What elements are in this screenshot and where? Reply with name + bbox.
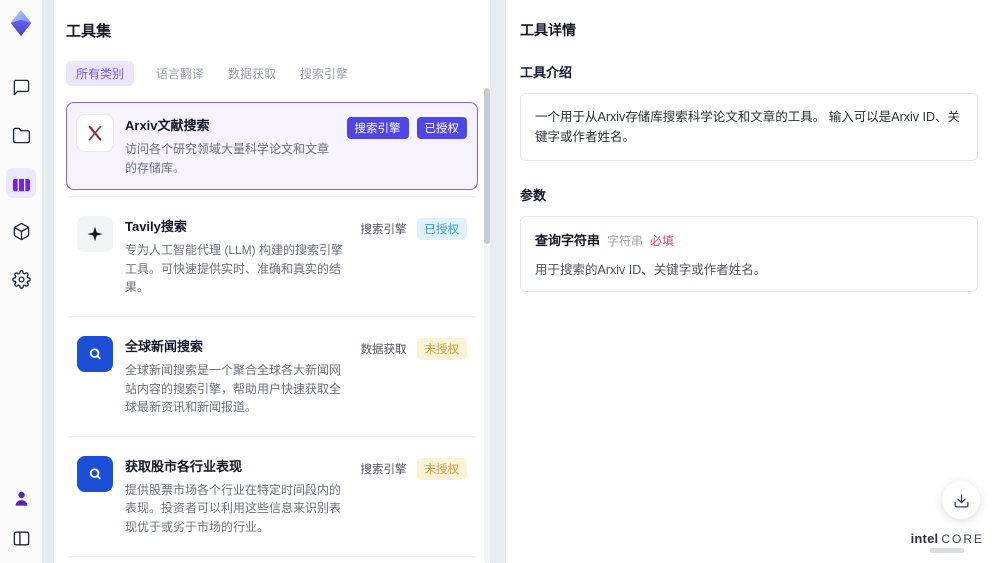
stock-search-logo-icon — [77, 455, 113, 492]
tool-card-tavily[interactable]: Tavily搜索 专为人工智能代理 (LLM) 构建的搜索引擎工具。可快速提供实… — [66, 203, 478, 310]
tab-data-fetch[interactable]: 数据获取 — [226, 61, 278, 86]
tool-description: 专为人工智能代理 (LLM) 构建的搜索引擎工具。可快速提供实时、准确和真实的结… — [125, 243, 344, 295]
list-divider — [68, 196, 476, 198]
category-badge: 搜索引擎 — [360, 224, 407, 237]
auth-status-badge: 未授权 — [416, 457, 467, 480]
tool-detail-panel: 工具详情 工具介绍 一个用于从Arxiv存储库搜索科学论文和文章的工具。 输入可… — [506, 0, 1000, 563]
nav-packages-button[interactable] — [6, 216, 36, 246]
tool-list: Arxiv文献搜索 访问各个研究领域大量科学论文和文章的存储库。 搜索引擎 已授… — [66, 102, 478, 563]
auth-status-badge: 未授权 — [416, 337, 467, 360]
cube-icon — [13, 222, 29, 240]
intel-series-text: CORE — [941, 532, 984, 546]
tool-description: 访问各个研究领域大量科学论文和文章的存储库。 — [125, 142, 330, 175]
download-button[interactable] — [942, 481, 980, 519]
app-logo-icon[interactable] — [6, 8, 36, 38]
nav-settings-button[interactable] — [6, 264, 36, 294]
intro-text: 一个用于从Arxiv存储库搜索科学论文和文章的工具。 输入可以是Arxiv ID… — [535, 110, 961, 144]
intel-core-logo: intel CORE — [911, 532, 984, 553]
nav-files-button[interactable] — [6, 120, 36, 150]
category-badge: 搜索引擎 — [360, 463, 407, 476]
folder-icon — [12, 127, 30, 143]
chat-icon — [13, 79, 29, 95]
tool-name: 全球新闻搜索 — [125, 338, 204, 354]
nav-chat-button[interactable] — [6, 72, 36, 102]
user-profile-button[interactable] — [6, 483, 36, 513]
tool-card-arxiv[interactable]: Arxiv文献搜索 访问各个研究领域大量科学论文和文章的存储库。 搜索引擎 已授… — [66, 102, 478, 191]
list-divider — [68, 315, 476, 317]
intel-brand-text: intel — [910, 531, 939, 546]
category-tabs: 所有类别 语言翻译 数据获取 搜索引擎 — [66, 61, 478, 86]
tool-description: 提供股票市场各个行业在特定时间段内的表现。投资者可以利用这些信息来识别表现优于或… — [125, 482, 342, 534]
params-heading: 参数 — [520, 188, 547, 203]
detail-title: 工具详情 — [520, 22, 576, 38]
category-badge: 搜索引擎 — [346, 117, 409, 139]
param-type: 字符串 — [607, 234, 644, 248]
tool-name: Arxiv文献搜索 — [125, 118, 210, 133]
param-required-badge: 必填 — [650, 234, 675, 248]
tool-name: 获取股市各行业表现 — [125, 458, 243, 474]
user-icon — [15, 491, 27, 506]
auth-status-badge: 已授权 — [416, 218, 467, 241]
tab-language-translation[interactable]: 语言翻译 — [154, 61, 206, 86]
tool-name: Tavily搜索 — [125, 219, 187, 235]
app-rail — [0, 0, 42, 563]
intro-box: 一个用于从Arxiv存储库搜索科学论文和文章的工具。 输入可以是Arxiv ID… — [520, 93, 978, 161]
arxiv-logo-icon — [77, 115, 113, 151]
briefcase-icon — [12, 175, 30, 191]
tool-description: 全球新闻搜索是一个聚合全球各大新闻网站内容的搜索引擎，帮助用户快速获取全球最新资… — [125, 362, 342, 415]
list-divider — [68, 435, 476, 437]
tool-card-sector-performance[interactable]: 获取股市各行业表现 提供股票市场各个行业在特定时间段内的表现。投资者可以利用这些… — [66, 442, 478, 550]
collapse-sidebar-button[interactable] — [6, 523, 36, 553]
page-title: 工具集 — [66, 23, 112, 40]
param-description: 用于搜索的Arxiv ID、关键字或作者姓名。 — [535, 263, 767, 277]
list-divider — [68, 555, 476, 557]
tab-search-engine[interactable]: 搜索引擎 — [298, 61, 350, 86]
param-box: 查询字符串 字符串 必填 用于搜索的Arxiv ID、关键字或作者姓名。 — [520, 216, 978, 292]
tab-all-categories[interactable]: 所有类别 — [66, 61, 135, 86]
intro-heading: 工具介绍 — [520, 65, 573, 80]
tool-card-global-news[interactable]: 全球新闻搜索 全球新闻搜索是一个聚合全球各大新闻网站内容的搜索引擎，帮助用户快速… — [66, 322, 478, 430]
param-name: 查询字符串 — [535, 233, 601, 248]
list-scrollbar-thumb[interactable] — [484, 88, 490, 244]
gear-icon — [11, 269, 31, 289]
category-badge: 数据获取 — [360, 343, 407, 356]
nav-tools-button[interactable] — [6, 168, 36, 198]
auth-status-badge: 已授权 — [416, 117, 467, 139]
panel-columns-icon — [13, 530, 29, 546]
intel-logo-subbar — [930, 548, 965, 553]
toolset-panel: 工具集 所有类别 语言翻译 数据获取 搜索引擎 Arxiv文献搜索 访问各个研究… — [54, 0, 490, 563]
download-icon — [953, 493, 969, 508]
news-search-logo-icon — [77, 335, 113, 372]
tavily-logo-icon — [77, 216, 113, 253]
list-scrollbar-track[interactable] — [484, 88, 490, 563]
